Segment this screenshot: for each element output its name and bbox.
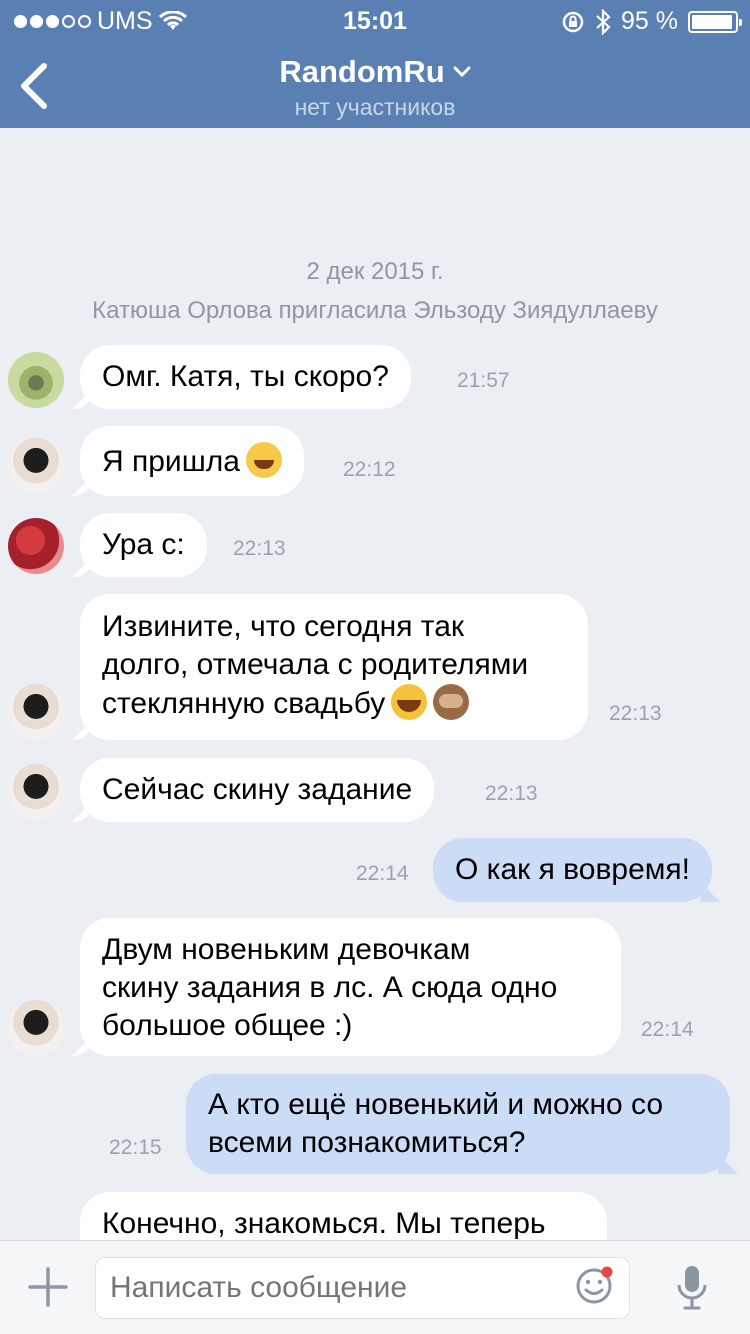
chat-title-block[interactable]: RandomRu нет участников	[0, 54, 750, 121]
message-time: 22:12	[343, 458, 396, 481]
chat-subtitle: нет участников	[294, 94, 456, 120]
system-actor[interactable]: Катюша Орлова	[92, 297, 272, 324]
avatar[interactable]	[8, 1000, 64, 1056]
message-line: Омг. Катя, ты скоро?	[102, 360, 389, 393]
message-bubble[interactable]: Извините, что сегодня так долго, отмечал…	[80, 594, 588, 740]
attach-plus-icon[interactable]	[28, 1267, 68, 1307]
message-bubble[interactable]: Омг. Катя, ты скоро?	[80, 345, 411, 409]
battery-icon	[688, 10, 742, 33]
message-input[interactable]	[95, 1257, 630, 1319]
message-bubble[interactable]: Ура с:	[80, 513, 207, 577]
message-line: стеклянную свадьбу	[102, 687, 386, 720]
message-time: 22:14	[641, 1018, 694, 1041]
message-line: скину задания в лс. А сюда одно	[102, 971, 558, 1004]
message-bubble[interactable]: Двум новеньким девочкам скину задания в …	[80, 918, 621, 1056]
battery-percent: 95 %	[621, 7, 678, 35]
avatar[interactable]	[8, 438, 64, 494]
message-line: большое общее :)	[102, 1009, 353, 1042]
avatar[interactable]	[8, 352, 64, 408]
message-line: Ура с:	[102, 528, 185, 561]
avatar[interactable]	[8, 518, 64, 574]
message-line: Извините, что сегодня так	[102, 610, 465, 643]
message-line: О как я вовремя!	[455, 853, 690, 886]
microphone-icon[interactable]	[672, 1263, 712, 1313]
message-line: Я пришла	[102, 445, 240, 478]
message-time: 22:13	[485, 782, 538, 805]
status-bar: UMS 15:01 95 %	[0, 0, 750, 40]
message-line: долго, отмечала с родителями	[102, 648, 529, 681]
chat-title-text: RandomRu	[279, 54, 445, 89]
message-line: всеми познакомиться?	[208, 1126, 526, 1159]
avatar[interactable]	[8, 764, 64, 820]
message-line: Конечно, знакомься. Мы теперь	[102, 1207, 546, 1240]
see-no-evil-monkey-icon	[433, 684, 470, 720]
message-time: 21:57	[457, 369, 510, 392]
system-target[interactable]: Эльзоду Зиядуллаеву	[413, 297, 658, 324]
system-action: пригласила	[278, 297, 407, 324]
message-bubble[interactable]: О как я вовремя!	[433, 838, 712, 902]
message-bubble[interactable]: Я пришла	[80, 426, 304, 496]
date-separator: 2 дек 2015 г.	[306, 258, 444, 285]
bluetooth-icon	[596, 8, 611, 35]
chat-header: UMS 15:01 95 % RandomRu нет участников	[0, 0, 750, 128]
tears-of-joy-face-icon	[391, 684, 428, 720]
message-composer	[0, 1240, 750, 1334]
message-line: Сейчас скину задание	[102, 773, 413, 806]
grinning-face-icon	[245, 442, 282, 478]
orientation-lock-icon	[562, 11, 584, 32]
message-line: Двум новеньким девочкам	[102, 933, 471, 966]
avatar[interactable]	[8, 684, 64, 740]
message-bubble[interactable]: Сейчас скину задание	[80, 758, 435, 822]
message-time: 22:15	[109, 1136, 162, 1159]
emoji-smile-icon[interactable]	[574, 1265, 614, 1305]
system-message: Катюша Орлова пригласила Эльзоду Зиядулл…	[0, 297, 750, 325]
status-right: 95 %	[561, 7, 742, 36]
message-time: 22:13	[609, 702, 662, 725]
message-time: 22:13	[233, 537, 286, 560]
chevron-down-icon	[453, 66, 471, 78]
message-bubble[interactable]: А кто ещё новенький и можно со всеми поз…	[186, 1074, 730, 1174]
chat-title[interactable]: RandomRu	[279, 54, 471, 90]
message-line: А кто ещё новенький и можно со	[208, 1088, 664, 1121]
message-time: 22:14	[356, 862, 409, 885]
